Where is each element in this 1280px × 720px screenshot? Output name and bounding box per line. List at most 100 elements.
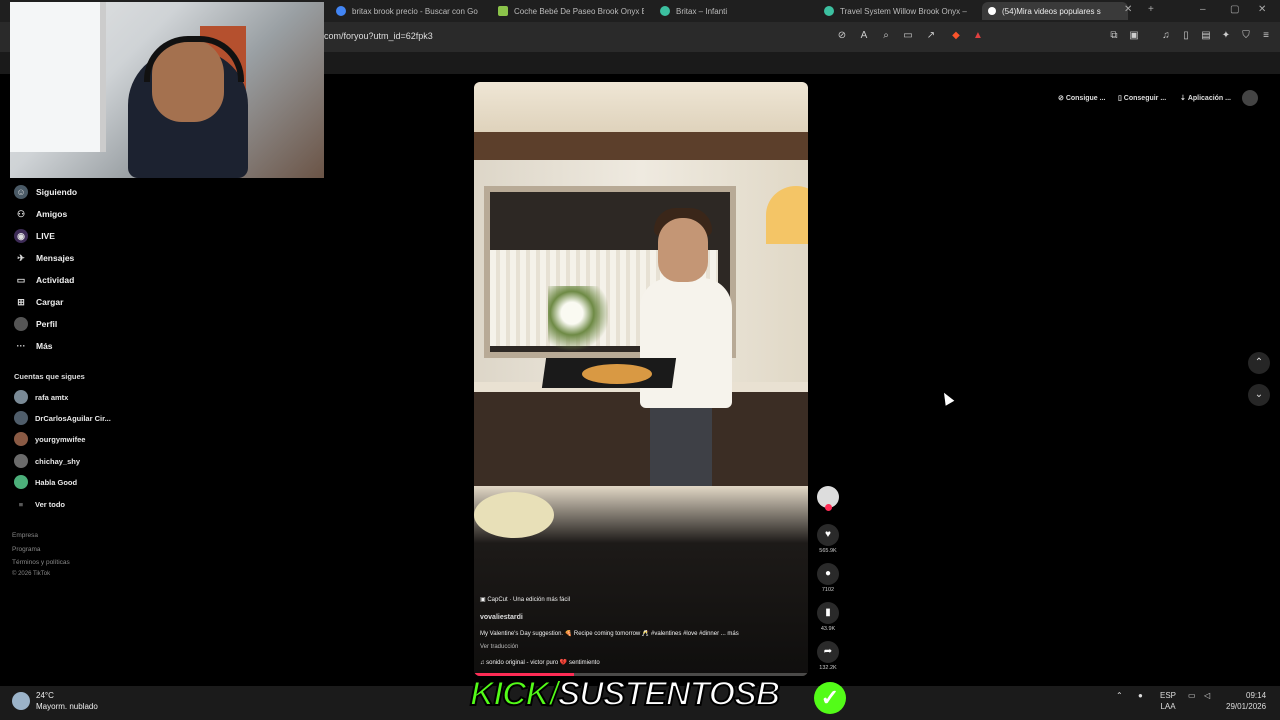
brave-rewards-icon[interactable]: ▲ — [972, 30, 984, 42]
close-tab-icon[interactable]: ✕ — [1124, 4, 1132, 15]
sidebar-item-friends[interactable]: ⚇ Amigos — [10, 204, 150, 224]
following-accounts-title: Cuentas que sigues — [14, 372, 85, 381]
sidebar-item-label: Cargar — [36, 297, 64, 307]
like-button[interactable]: ♥ 565.9K — [814, 524, 842, 554]
sidebar-item-messages[interactable]: ✈ Mensajes — [10, 248, 150, 268]
new-tab-icon[interactable]: + — [1148, 4, 1154, 15]
sidebar-toggle-icon[interactable]: ▯ — [1180, 30, 1192, 42]
share-icon[interactable]: ↗ — [925, 30, 937, 42]
save-button[interactable]: ▮ 43.9K — [814, 602, 842, 632]
account-item[interactable]: DrCarlosAguilar Cir... — [14, 410, 111, 426]
messages-icon: ✈ — [17, 253, 25, 263]
see-all-label: Ver todo — [35, 499, 66, 509]
sidebar-item-live[interactable]: ◉ LIVE — [10, 226, 150, 246]
maximize-icon[interactable]: ▢ — [1230, 4, 1239, 15]
heart-icon: ♥ — [817, 524, 839, 546]
sidebar-item-profile[interactable]: Perfil — [10, 314, 150, 334]
footer-link[interactable]: Términos y políticas — [12, 559, 70, 566]
bookmark-icon: ▮ — [817, 602, 839, 624]
video-music[interactable]: ♫ sonido original - victor puro 💔 sentim… — [480, 659, 600, 666]
get-app-button[interactable]: ▯ Conseguir ... — [1118, 91, 1166, 105]
chevron-up-icon: ⌃ — [1254, 357, 1264, 368]
tab-britax-infanti[interactable]: Britax – Infanti — [660, 2, 800, 20]
zoom-icon[interactable]: ⌕ — [880, 30, 892, 42]
video-player[interactable]: ▣ CapCut · Una edición más fácil vovalie… — [474, 82, 808, 676]
get-coins-button[interactable]: ⊘ Consigue ... — [1058, 91, 1105, 105]
vpn-icon[interactable]: ⛉ — [1240, 30, 1252, 42]
account-name: DrCarlosAguilar Cir... — [35, 413, 111, 423]
tray-chevron-icon[interactable]: ⌃ — [1116, 690, 1123, 701]
avatar — [14, 475, 28, 489]
brave-shield-icon[interactable]: ◆ — [950, 30, 962, 42]
app-button[interactable]: ⇣ Aplicación ... — [1180, 91, 1231, 105]
google-icon — [336, 6, 346, 16]
verified-check-icon: ✓ — [814, 682, 846, 714]
sidebar-item-label: Más — [36, 341, 53, 351]
url-field[interactable]: com/foryou?utm_id=62fpk3 — [324, 31, 433, 41]
previous-video-button[interactable]: ⌃ — [1248, 352, 1270, 374]
account-name: yourgymwifee — [35, 434, 86, 444]
next-video-button[interactable]: ⌄ — [1248, 384, 1270, 406]
capcut-badge[interactable]: ▣ CapCut · Una edición más fácil — [480, 596, 570, 603]
sidebar-item-label: Mensajes — [36, 253, 75, 263]
account-item[interactable]: chichay_shy — [14, 453, 80, 469]
sidebar-item-activity[interactable]: ▭ Actividad — [10, 270, 150, 290]
tab-tiktok[interactable]: (54)Mira videos populares s — [982, 2, 1128, 20]
coin-icon: ⊘ — [1058, 95, 1066, 102]
following-icon: ☺ — [14, 185, 28, 199]
follow-plus-icon[interactable] — [824, 504, 832, 511]
sidebar-item-following[interactable]: ☺ Siguiendo — [10, 182, 150, 202]
tab-label: (54)Mira videos populares s — [1002, 6, 1101, 16]
translate-link[interactable]: Ver traducción — [480, 644, 518, 650]
account-item[interactable]: Habla Good — [14, 474, 77, 490]
wallet-icon[interactable]: ▤ — [1200, 30, 1212, 42]
date: 29/01/2026 — [1226, 702, 1267, 711]
microphone-icon[interactable]: ● — [1138, 690, 1143, 701]
tab-travel-system[interactable]: Travel System Willow Brook Onyx – — [824, 2, 968, 20]
time: 09:14 — [1246, 691, 1267, 700]
sidebar-item-label: LIVE — [36, 231, 55, 241]
mute-icon[interactable]: ⊘ — [836, 30, 848, 42]
menu-icon[interactable]: ≡ — [1260, 30, 1272, 42]
music-icon[interactable]: ♫ — [1160, 30, 1172, 42]
comment-count: 7102 — [821, 587, 835, 593]
language-indicator[interactable]: ESP LAA — [1160, 690, 1176, 712]
sidebar-item-label: Perfil — [36, 319, 58, 329]
share-button[interactable]: ➦ 132.2K — [814, 641, 842, 671]
chevron-down-icon: ⌄ — [1254, 389, 1264, 400]
account-item[interactable]: rafa amtx — [14, 389, 68, 405]
clock[interactable]: 09:14 29/01/2026 — [1226, 690, 1266, 712]
list-icon: ≡ — [18, 499, 24, 509]
button-label: Conseguir ... — [1123, 94, 1167, 102]
video-author[interactable]: vovaliestardi — [480, 614, 523, 621]
tab-label: Coche Bebé De Paseo Brook Onyx B — [514, 6, 644, 16]
close-window-icon[interactable]: ✕ — [1258, 4, 1266, 15]
comment-button[interactable]: ● 7102 — [814, 563, 842, 593]
tab-coche-bebe[interactable]: Coche Bebé De Paseo Brook Onyx B — [498, 2, 644, 20]
more-icon: ··· — [16, 341, 26, 351]
tab-britax-search[interactable]: britax brook precio - Buscar con Go — [336, 2, 480, 20]
author-avatar-button[interactable] — [814, 486, 842, 511]
cloudy-icon — [12, 692, 30, 710]
account-name: Habla Good — [35, 477, 78, 487]
translate-icon[interactable]: A — [858, 30, 870, 42]
weather-widget[interactable]: 24°C Mayorm. nublado — [12, 690, 98, 712]
tab-label: britax brook precio - Buscar con Go — [352, 6, 478, 16]
download-icon: ⇣ — [1180, 95, 1188, 102]
footer-link[interactable]: Empresa — [12, 532, 38, 539]
leo-ai-icon[interactable]: ✦ — [1220, 30, 1232, 42]
sidebar-item-upload[interactable]: ⊞ Cargar — [10, 292, 150, 312]
network-icon[interactable]: ▭ — [1188, 690, 1196, 701]
minimize-icon[interactable]: – — [1200, 4, 1206, 15]
sidebar-item-more[interactable]: ··· Más — [10, 336, 150, 356]
volume-icon[interactable]: ◁ — [1204, 690, 1210, 701]
cast-icon[interactable]: ▭ — [902, 30, 914, 42]
footer-link[interactable]: Programa — [12, 546, 41, 553]
user-avatar[interactable] — [1242, 90, 1258, 106]
see-all-link[interactable]: ≡ Ver todo — [14, 496, 65, 512]
extensions-icon[interactable]: ⧉ — [1108, 30, 1120, 42]
screenshot-icon[interactable]: ▣ — [1128, 30, 1140, 42]
tab-label: Britax – Infanti — [676, 6, 728, 16]
tiktok-icon — [988, 7, 996, 15]
account-item[interactable]: yourgymwifee — [14, 431, 85, 447]
